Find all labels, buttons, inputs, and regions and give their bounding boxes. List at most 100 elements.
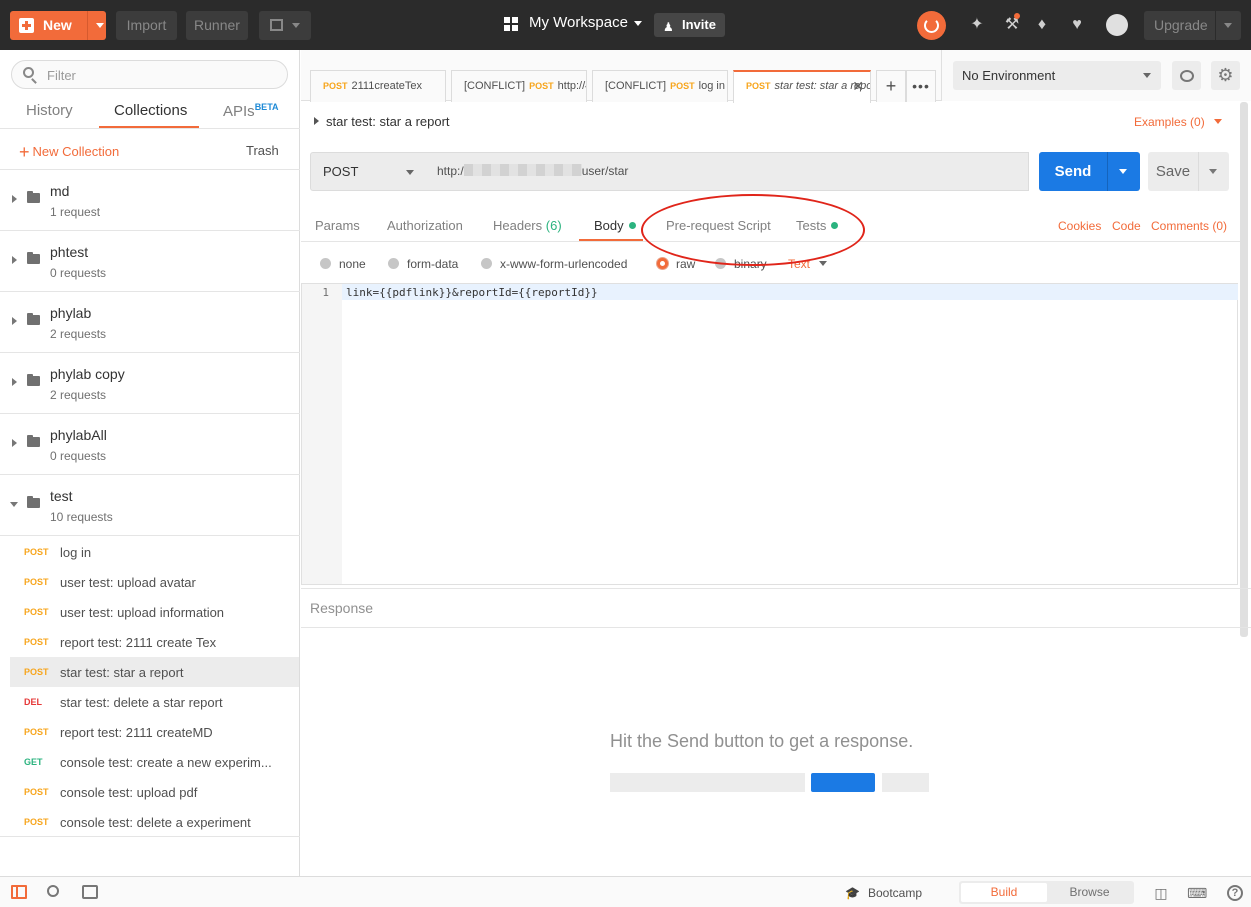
trash-button[interactable]: Trash (246, 143, 279, 158)
new-collection-button[interactable]: + New Collection (19, 142, 119, 163)
radio-label: binary (734, 257, 767, 271)
collection-name: phylabAll (50, 427, 107, 443)
request-tab[interactable]: [CONFLICT] POST log in (592, 70, 728, 102)
import-button[interactable]: Import (116, 11, 177, 40)
body-mode-raw[interactable]: raw (657, 257, 695, 271)
chevron-down-icon[interactable] (1209, 169, 1217, 174)
send-button[interactable]: Send (1039, 152, 1140, 191)
body-editor[interactable]: 1 link={{pdflink}}&reportId={{reportId}} (301, 283, 1238, 585)
chevron-right-icon[interactable] (12, 439, 17, 447)
satellite-icon[interactable]: ✦ (968, 16, 986, 34)
tab-history[interactable]: History (26, 102, 73, 119)
code-link[interactable]: Code (1112, 219, 1141, 233)
sync-icon[interactable] (917, 11, 946, 40)
wrench-icon[interactable]: ⚒ (1003, 13, 1021, 34)
new-window-button[interactable] (259, 11, 311, 40)
body-mode-urlencoded[interactable]: x-www-form-urlencoded (481, 257, 627, 271)
new-button[interactable]: New (10, 11, 106, 40)
toggle-sidebar-icon[interactable] (11, 885, 27, 899)
raw-type-select[interactable]: Text (788, 257, 828, 271)
tab-params[interactable]: Params (315, 218, 360, 233)
method-select[interactable]: POST (310, 152, 427, 191)
help-icon[interactable]: ? (1227, 885, 1243, 901)
list-item[interactable]: POST log in (10, 537, 299, 567)
new-window-icon (270, 19, 283, 31)
breadcrumb[interactable]: star test: star a report (314, 114, 450, 129)
chevron-right-icon[interactable] (12, 195, 17, 203)
keyboard-icon[interactable]: ⌨ (1187, 885, 1207, 901)
chevron-down-icon (634, 21, 642, 26)
comments-link[interactable]: Comments (0) (1151, 219, 1227, 233)
chevron-right-icon[interactable] (12, 317, 17, 325)
add-tab-button[interactable]: + (876, 70, 906, 102)
tab-collections[interactable]: Collections (114, 102, 187, 119)
tab-apis[interactable]: APIsBETA (223, 102, 279, 120)
code-text[interactable]: link={{pdflink}}&reportId={{reportId}} (346, 286, 598, 299)
upgrade-button[interactable]: Upgrade (1144, 11, 1241, 40)
avatar[interactable] (1106, 14, 1128, 36)
examples-dropdown[interactable]: Examples (0) (1134, 115, 1222, 129)
list-item[interactable]: GET console test: create a new experim... (10, 747, 299, 777)
collection-item[interactable]: phtest 0 requests (0, 231, 299, 292)
list-item[interactable]: POST report test: 2111 createMD (10, 717, 299, 747)
filter-box[interactable] (11, 60, 288, 89)
collection-item[interactable]: phylab copy 2 requests (0, 353, 299, 414)
filter-input[interactable] (47, 66, 277, 84)
list-item[interactable]: POST report test: 2111 create Tex (10, 627, 299, 657)
two-pane-icon[interactable]: ◫ (1153, 885, 1169, 901)
heart-icon[interactable]: ♥ (1068, 16, 1086, 34)
chevron-down-icon[interactable] (10, 502, 18, 507)
upgrade-label: Upgrade (1154, 17, 1208, 33)
request-tab[interactable]: POST 2111createTex (310, 70, 446, 102)
environment-select[interactable]: No Environment (953, 61, 1161, 90)
chevron-down-icon[interactable] (96, 23, 104, 28)
collection-item[interactable]: phylab 2 requests (0, 292, 299, 353)
list-item[interactable]: POST user test: upload information (10, 597, 299, 627)
cookies-link[interactable]: Cookies (1058, 219, 1101, 233)
chevron-right-icon[interactable] (12, 378, 17, 386)
scrollbar[interactable] (1240, 102, 1248, 637)
url-suffix: user/star (581, 164, 629, 178)
folder-icon (27, 313, 40, 325)
collection-item[interactable]: phylabAll 0 requests (0, 414, 299, 475)
request-tab[interactable]: [CONFLICT]POSThttp://4 (451, 70, 587, 102)
tab-name: log in (698, 80, 725, 92)
console-icon[interactable] (82, 885, 98, 899)
close-icon[interactable]: ✕ (852, 72, 864, 101)
bootcamp-button[interactable]: 🎓 Bootcamp (845, 886, 922, 900)
build-button[interactable]: Build (961, 883, 1047, 902)
request-tab-active[interactable]: POST star test: star a report ✕ (733, 70, 871, 103)
invite-button[interactable]: ♟ Invite (654, 13, 725, 37)
collection-item[interactable]: test 10 requests (0, 475, 299, 536)
collection-name: phylab copy (50, 366, 125, 382)
tab-authorization[interactable]: Authorization (387, 218, 463, 233)
eye-icon[interactable] (1172, 61, 1201, 90)
search-icon[interactable] (47, 885, 59, 897)
workspace-label: My Workspace (529, 14, 628, 31)
body-mode-none[interactable]: none (320, 257, 366, 271)
radio-label: x-www-form-urlencoded (500, 257, 628, 271)
request-name: log in (60, 545, 92, 560)
list-item[interactable]: DEL star test: delete a star report (10, 687, 299, 717)
browse-button[interactable]: Browse (1047, 883, 1132, 902)
body-mode-form-data[interactable]: form-data (388, 257, 458, 271)
more-tabs-button[interactable]: ••• (906, 70, 936, 102)
chevron-right-icon[interactable] (12, 256, 17, 264)
tab-pre-request-script[interactable]: Pre-request Script (666, 218, 771, 233)
list-item[interactable]: POST console test: upload pdf (10, 777, 299, 807)
chevron-down-icon[interactable] (1119, 169, 1127, 174)
tab-tests[interactable]: Tests (796, 218, 839, 233)
body-mode-binary[interactable]: binary (715, 257, 767, 271)
url-input[interactable]: http:/ user/star (426, 152, 1029, 191)
list-item[interactable]: POST user test: upload avatar (10, 567, 299, 597)
list-item-selected[interactable]: POST star test: star a report (10, 657, 299, 687)
save-button[interactable]: Save (1148, 152, 1229, 191)
bell-icon[interactable]: ♦ (1033, 16, 1051, 34)
runner-button[interactable]: Runner (186, 11, 248, 40)
gear-icon[interactable]: ⚙ (1211, 61, 1240, 90)
tab-body[interactable]: Body (594, 218, 636, 233)
tab-headers[interactable]: Headers (6) (493, 218, 562, 233)
list-item[interactable]: POST console test: delete a experiment (10, 807, 299, 837)
folder-icon (27, 496, 40, 508)
collection-item[interactable]: md 1 request (0, 170, 299, 231)
